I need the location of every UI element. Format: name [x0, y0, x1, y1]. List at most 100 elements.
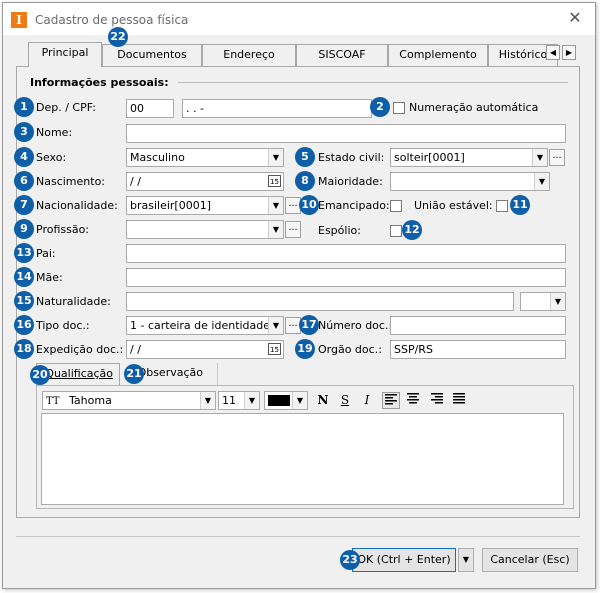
nacionalidade-select[interactable]: brasileir[0001] ▼: [126, 196, 284, 215]
emancipado-label: Emancipado:: [318, 199, 390, 212]
estado-civil-value: solteir[0001]: [394, 151, 465, 164]
maioridade-label: Maioridade:: [318, 175, 383, 188]
chevron-down-icon[interactable]: ▼: [268, 197, 283, 214]
nome-label: Nome:: [36, 126, 73, 139]
badge-7: 7: [14, 195, 34, 215]
ok-button[interactable]: OK (Ctrl + Enter): [352, 548, 456, 572]
espolio-checkbox[interactable]: [390, 225, 402, 237]
bold-button[interactable]: N: [314, 392, 332, 409]
badge-14: 14: [14, 267, 34, 287]
close-button[interactable]: ✕: [565, 9, 585, 29]
badge-10: 10: [299, 195, 319, 215]
app-icon: I: [11, 12, 27, 28]
pai-field[interactable]: [126, 244, 566, 263]
align-center-glyph: [407, 393, 419, 404]
calendar-icon[interactable]: 15: [268, 343, 281, 355]
badge-22: 22: [108, 27, 128, 47]
sexo-value: Masculino: [130, 151, 185, 164]
orgao-doc-field[interactable]: SSP/RS: [390, 340, 566, 359]
badge-9: 9: [14, 219, 34, 239]
chevron-down-icon[interactable]: ▼: [268, 317, 283, 334]
subtab-qualificacao-label: Qualificação: [45, 367, 113, 380]
font-size-value: 11: [222, 394, 236, 407]
tab-documentos[interactable]: Documentos: [102, 44, 202, 66]
numero-doc-label: Número doc.:: [318, 319, 393, 332]
tab-complemento[interactable]: Complemento: [388, 44, 488, 66]
mae-label: Mãe:: [36, 271, 63, 284]
numeracao-automatica-label: Numeração automática: [409, 101, 539, 114]
font-size-select[interactable]: 11 ▼: [218, 391, 260, 410]
calendar-icon[interactable]: 15: [268, 175, 281, 187]
dep-field[interactable]: 00: [126, 99, 174, 118]
espolio-label: Espólio:: [318, 224, 361, 237]
cancel-button[interactable]: Cancelar (Esc): [482, 548, 578, 572]
ok-dropdown-icon[interactable]: ▼: [458, 548, 474, 572]
align-justify-icon[interactable]: [450, 392, 468, 409]
chevron-down-icon[interactable]: ▼: [268, 221, 283, 238]
nascimento-value: / /: [130, 175, 141, 188]
tipo-doc-label: Tipo doc.:: [36, 319, 90, 332]
badge-18: 18: [14, 339, 34, 359]
estado-civil-lookup-button[interactable]: ...: [549, 149, 565, 166]
nacionalidade-label: Nacionalidade:: [36, 199, 118, 212]
font-name-value: Tahoma: [69, 394, 112, 407]
uf-select[interactable]: ▼: [520, 292, 566, 311]
chevron-down-icon[interactable]: ▼: [292, 392, 307, 409]
section-title: Informações pessoais:: [30, 76, 169, 89]
emancipado-checkbox[interactable]: [390, 200, 402, 212]
badge-8: 8: [295, 171, 315, 191]
align-right-glyph: [431, 393, 443, 404]
expedicao-date-field[interactable]: / / 15: [126, 340, 284, 359]
chevron-down-icon[interactable]: ▼: [534, 173, 549, 190]
tab-scroll-right-icon[interactable]: ▶: [562, 45, 576, 60]
align-left-icon[interactable]: [382, 392, 400, 409]
nacionalidade-value: brasileir[0001]: [130, 199, 212, 212]
tab-endereco[interactable]: Endereço: [202, 44, 296, 66]
badge-1: 1: [14, 97, 34, 117]
profissao-select[interactable]: ▼: [126, 220, 284, 239]
nascimento-date-field[interactable]: / / 15: [126, 172, 284, 191]
tipo-doc-select[interactable]: 1 - carteira de identidade ▼: [126, 316, 284, 335]
badge-5: 5: [295, 147, 315, 167]
tab-siscoaf[interactable]: SISCOAF: [296, 44, 388, 66]
orgao-doc-label: Orgão doc.:: [318, 343, 382, 356]
font-name-select[interactable]: TT Tahoma ▼: [42, 391, 216, 410]
uniao-estavel-checkbox[interactable]: [496, 200, 508, 212]
window-title: Cadastro de pessoa física: [35, 13, 189, 27]
chevron-down-icon[interactable]: ▼: [550, 293, 565, 310]
mae-field[interactable]: [126, 268, 566, 287]
badge-3: 3: [14, 122, 34, 142]
align-right-icon[interactable]: [428, 392, 446, 409]
expedicao-doc-label: Expedição doc.:: [36, 343, 124, 356]
naturalidade-label: Naturalidade:: [36, 295, 111, 308]
chevron-down-icon[interactable]: ▼: [532, 149, 547, 166]
estado-civil-select[interactable]: solteir[0001] ▼: [390, 148, 548, 167]
badge-11: 11: [510, 195, 530, 215]
color-swatch: [268, 395, 290, 406]
tab-principal[interactable]: Principal: [28, 42, 102, 67]
qualificacao-text-area[interactable]: [41, 413, 564, 505]
truetype-font-icon: TT: [46, 396, 60, 407]
section-divider: [178, 82, 568, 83]
chevron-down-icon[interactable]: ▼: [244, 392, 259, 409]
numeracao-automatica-checkbox[interactable]: [393, 102, 405, 114]
align-justify-glyph: [453, 393, 465, 404]
cpf-field[interactable]: . . -: [182, 99, 372, 118]
chevron-down-icon[interactable]: ▼: [268, 149, 283, 166]
tab-scroll-left-icon[interactable]: ◀: [546, 45, 560, 60]
naturalidade-field[interactable]: [126, 292, 514, 311]
nascimento-label: Nascimento:: [36, 175, 106, 188]
align-center-icon[interactable]: [404, 392, 422, 409]
maioridade-select[interactable]: ▼: [390, 172, 550, 191]
font-color-select[interactable]: ▼: [264, 391, 308, 410]
numero-doc-field[interactable]: [390, 316, 566, 335]
chevron-down-icon[interactable]: ▼: [200, 392, 215, 409]
sexo-select[interactable]: Masculino ▼: [126, 148, 284, 167]
underline-button[interactable]: S: [336, 392, 354, 409]
badge-12: 12: [402, 220, 422, 240]
estado-civil-label: Estado civil:: [318, 151, 385, 164]
italic-button[interactable]: I: [358, 392, 376, 409]
nome-field[interactable]: [126, 124, 566, 143]
profissao-lookup-button[interactable]: ...: [285, 221, 301, 238]
badge-15: 15: [14, 291, 34, 311]
